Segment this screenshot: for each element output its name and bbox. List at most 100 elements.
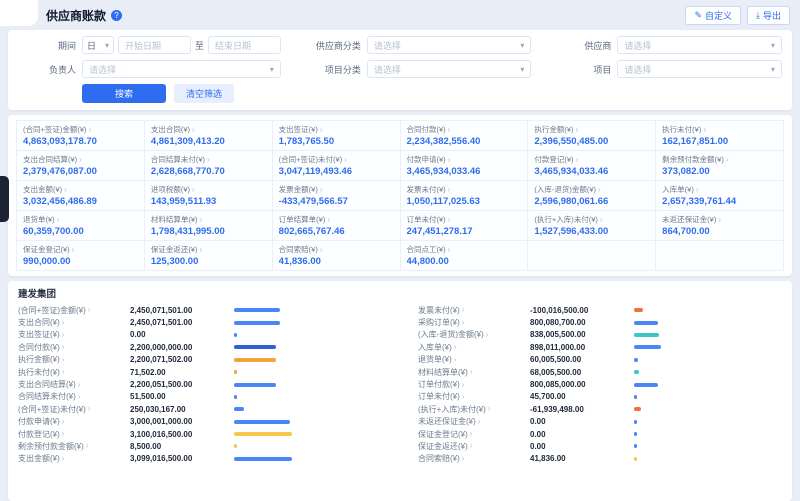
kpi-card-14[interactable]: 进项税额(¥)›143,959,511.93 xyxy=(145,181,273,211)
kpi-label: 付款登记(¥)› xyxy=(534,154,649,165)
kpi-card-19[interactable]: 退货单(¥)›60,359,700.00 xyxy=(17,211,145,241)
supplier-select[interactable]: 请选择 ▾ xyxy=(617,36,782,54)
kpi-card-13[interactable]: 支出金额(¥)›3,032,456,486.89 xyxy=(17,181,145,211)
kpi-card-11[interactable]: 付款登记(¥)›3,465,934,033.46 xyxy=(528,151,656,181)
owner-select[interactable]: 请选择 ▾ xyxy=(82,60,281,78)
kpi-card-9[interactable]: (合同+签证)未付(¥)›3,047,119,493.46 xyxy=(273,151,401,181)
chevron-right-icon: › xyxy=(600,216,603,224)
kpi-label: 合同结算未付(¥)› xyxy=(151,154,266,165)
clear-filters-button[interactable]: 清空筛选 xyxy=(174,84,234,103)
list-item[interactable]: 付款申请(¥)›3,000,001,000.00 xyxy=(18,416,382,428)
kpi-card-4[interactable]: 合同付款(¥)›2,234,382,556.40 xyxy=(401,121,529,151)
row-bar xyxy=(234,308,280,312)
list-item[interactable]: (入库-退货)金额(¥)›838,005,500.00 xyxy=(418,329,782,341)
kpi-card-22[interactable]: 订单未付(¥)›247,451,278.17 xyxy=(401,211,529,241)
row-bar xyxy=(234,321,280,325)
help-icon[interactable]: ? xyxy=(111,10,122,21)
kpi-label: (合同+签证)未付(¥)› xyxy=(279,154,394,165)
list-item[interactable]: 发票未付(¥)›-100,016,500.00 xyxy=(418,304,782,316)
kpi-card-23[interactable]: (执行+入库)未付(¥)›1,527,596,433.00 xyxy=(528,211,656,241)
list-item[interactable]: 支出合同(¥)›2,450,071,501.00 xyxy=(18,316,382,328)
project-select[interactable]: 请选择 ▾ xyxy=(617,60,782,78)
list-item[interactable]: 合同结算未付(¥)›51,500.00 xyxy=(18,391,382,403)
row-value: 250,030,167.00 xyxy=(130,405,230,414)
kpi-card-1[interactable]: (合同+签证)金额(¥)›4,863,093,178.70 xyxy=(17,121,145,151)
kpi-card-16[interactable]: 发票未付(¥)›1,050,117,025.63 xyxy=(401,181,529,211)
kpi-value: 864,700.00 xyxy=(662,226,777,237)
row-value: -100,016,500.00 xyxy=(530,306,630,315)
list-item[interactable]: 材料结算单(¥)›68,005,500.00 xyxy=(418,366,782,378)
side-drawer-handle[interactable] xyxy=(0,176,9,222)
row-label: (合同+签证)未付(¥)› xyxy=(18,404,130,415)
chevron-right-icon: › xyxy=(62,331,65,339)
kpi-card-17[interactable]: (入库-退货)金额(¥)›2,596,980,061.66 xyxy=(528,181,656,211)
kpi-card-25[interactable]: 保证金登记(¥)›990,000.00 xyxy=(17,241,145,271)
row-label: 剩余预付款金额(¥)› xyxy=(18,441,130,452)
chevron-right-icon: › xyxy=(462,455,465,463)
row-value: 0.00 xyxy=(530,430,630,439)
list-item[interactable]: 退货单(¥)›60,005,500.00 xyxy=(418,354,782,366)
row-label: 入库单(¥)› xyxy=(418,342,530,353)
row-value: 2,200,071,502.00 xyxy=(130,355,230,364)
list-item[interactable]: 未返还保证金(¥)›0.00 xyxy=(418,416,782,428)
supplier-category-select[interactable]: 请选择 ▾ xyxy=(367,36,532,54)
export-button[interactable]: ⤓ 导出 xyxy=(747,6,790,25)
list-item[interactable]: 订单未付(¥)›45,700.00 xyxy=(418,391,782,403)
title-wrap: 供应商账款 ? xyxy=(46,7,122,24)
project-category-select[interactable]: 请选择 ▾ xyxy=(367,60,532,78)
chevron-down-icon: ▾ xyxy=(520,41,524,50)
kpi-card-28[interactable]: 合同点工(¥)›44,800.00 xyxy=(401,241,529,271)
kpi-label: 合同点工(¥)› xyxy=(407,244,522,255)
kpi-value: 3,465,934,033.46 xyxy=(407,166,522,177)
start-date-input[interactable]: 开始日期 xyxy=(118,36,191,54)
list-item[interactable]: 入库单(¥)›898,011,000.00 xyxy=(418,341,782,353)
kpi-card-18[interactable]: 入库单(¥)›2,657,339,761.44 xyxy=(656,181,784,211)
list-item[interactable]: (合同+签证)金额(¥)›2,450,071,501.00 xyxy=(18,304,382,316)
kpi-card-15[interactable]: 发票金额(¥)›-433,479,566.57 xyxy=(273,181,401,211)
kpi-card-3[interactable]: 支出签证(¥)›1,783,765.50 xyxy=(273,121,401,151)
select-placeholder: 请选择 xyxy=(89,63,116,76)
chevron-right-icon: › xyxy=(192,126,195,134)
list-item[interactable]: 合同索赔(¥)›41,836.00 xyxy=(418,453,782,465)
list-item[interactable]: 剩余预付款金额(¥)›8,500.00 xyxy=(18,440,382,452)
list-item[interactable]: (合同+签证)未付(¥)›250,030,167.00 xyxy=(18,403,382,415)
kpi-card-27[interactable]: 合同索赔(¥)›41,836.00 xyxy=(273,241,401,271)
kpi-value: 3,047,119,493.46 xyxy=(279,166,394,177)
list-item[interactable]: (执行+入库)未付(¥)›-61,939,498.00 xyxy=(418,403,782,415)
row-label: 支出合同(¥)› xyxy=(18,317,130,328)
kpi-card-12[interactable]: 剩余预付款金额(¥)›373,082.00 xyxy=(656,151,784,181)
kpi-card-10[interactable]: 付款申请(¥)›3,465,934,033.46 xyxy=(401,151,529,181)
kpi-label: 保证金登记(¥)› xyxy=(23,244,138,255)
kpi-card-21[interactable]: 订单结算单(¥)›802,665,767.46 xyxy=(273,211,401,241)
kpi-card-2[interactable]: 支出合同(¥)›4,861,309,413.20 xyxy=(145,121,273,151)
kpi-card-7[interactable]: 支出合同结算(¥)›2,379,476,087.00 xyxy=(17,151,145,181)
kpi-card-5[interactable]: 执行金额(¥)›2,396,550,485.00 xyxy=(528,121,656,151)
chevron-right-icon: › xyxy=(207,156,210,164)
row-bar xyxy=(234,444,237,448)
list-item[interactable]: 合同付款(¥)›2,200,000,000.00 xyxy=(18,341,382,353)
list-item[interactable]: 保证金登记(¥)›0.00 xyxy=(418,428,782,440)
end-date-input[interactable]: 结束日期 xyxy=(208,36,281,54)
list-item[interactable]: 订单付款(¥)›800,085,000.00 xyxy=(418,378,782,390)
kpi-card-6[interactable]: 执行未付(¥)›162,167,851.00 xyxy=(656,121,784,151)
customize-button[interactable]: ✎ 自定义 xyxy=(685,6,741,25)
kpi-card-26[interactable]: 保证金返还(¥)›125,300.00 xyxy=(145,241,273,271)
row-label: 退货单(¥)› xyxy=(418,354,530,365)
search-button[interactable]: 搜索 xyxy=(82,84,166,103)
chevron-right-icon: › xyxy=(320,186,323,194)
kpi-card-8[interactable]: 合同结算未付(¥)›2,628,668,770.70 xyxy=(145,151,273,181)
list-item[interactable]: 支出金额(¥)›3,099,016,500.00 xyxy=(18,453,382,465)
kpi-card-20[interactable]: 材料结算单(¥)›1,798,431,995.00 xyxy=(145,211,273,241)
list-item[interactable]: 执行未付(¥)›71,502.00 xyxy=(18,366,382,378)
list-item[interactable]: 支出签证(¥)›0.00 xyxy=(18,329,382,341)
row-label: 未返还保证金(¥)› xyxy=(418,416,530,427)
list-item[interactable]: 执行金额(¥)›2,200,071,502.00 xyxy=(18,354,382,366)
kpi-value: 373,082.00 xyxy=(662,166,777,177)
group-name[interactable]: 建发集团 xyxy=(18,286,782,300)
kpi-card-24[interactable]: 未返还保证金(¥)›864,700.00 xyxy=(656,211,784,241)
list-item[interactable]: 保证金返还(¥)›0.00 xyxy=(418,440,782,452)
list-item[interactable]: 采购订单(¥)›800,080,700.00 xyxy=(418,316,782,328)
list-item[interactable]: 付款登记(¥)›3,100,016,500.00 xyxy=(18,428,382,440)
period-unit-select[interactable]: 日 ▾ xyxy=(82,36,114,54)
list-item[interactable]: 支出合同结算(¥)›2,200,051,500.00 xyxy=(18,378,382,390)
